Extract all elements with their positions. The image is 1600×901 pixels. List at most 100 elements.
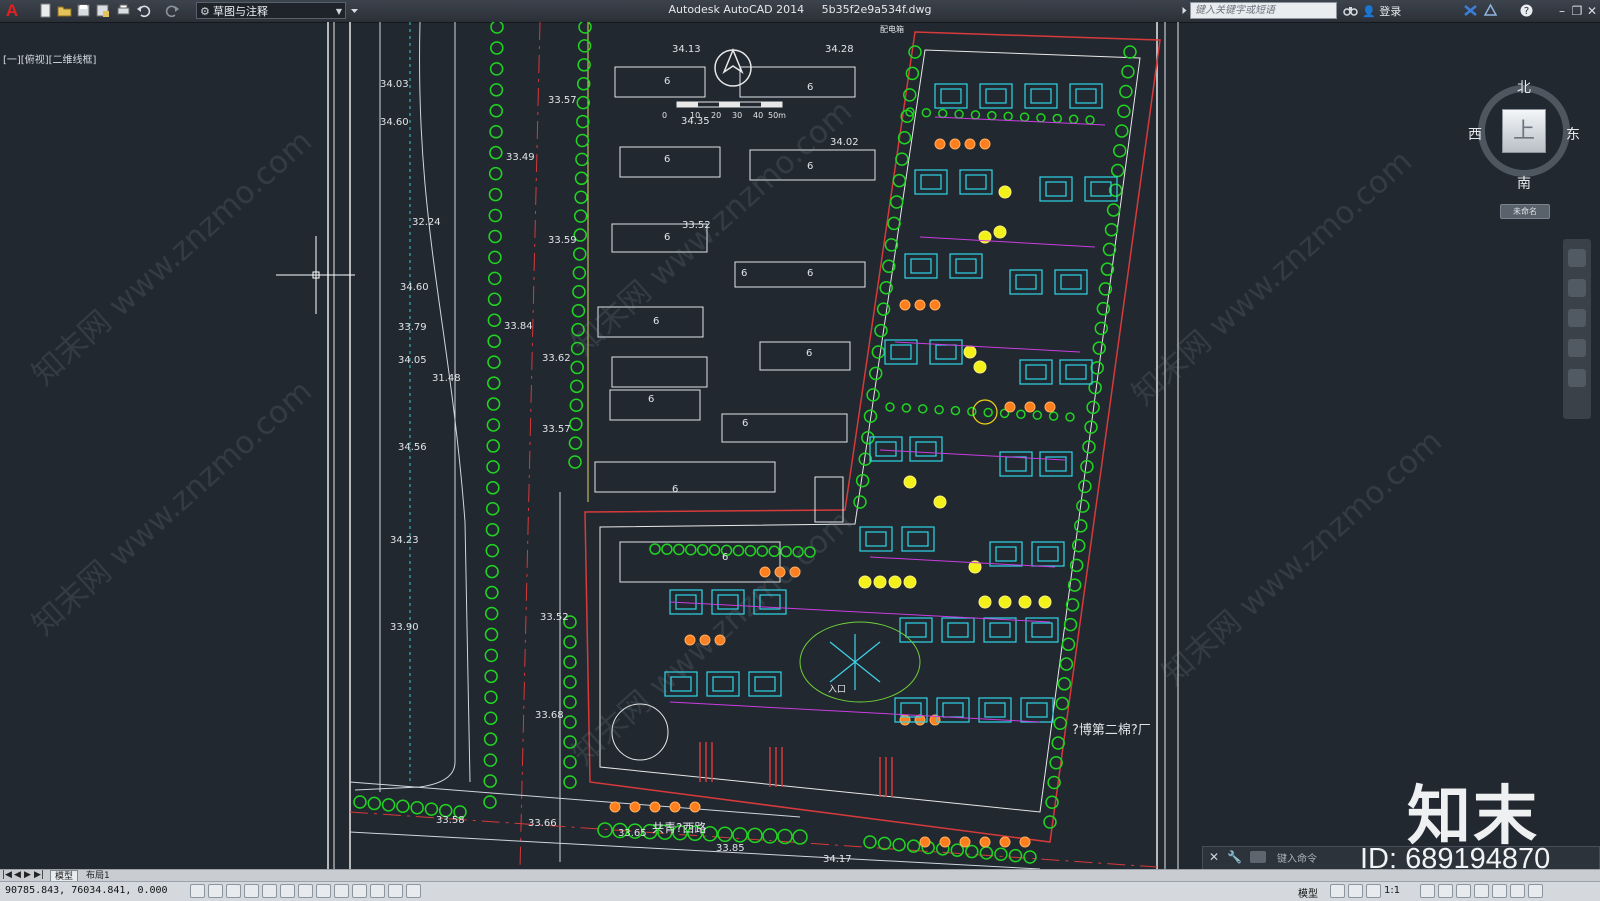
villa-building: [1045, 181, 1067, 197]
autodesk-360-icon[interactable]: [1483, 3, 1498, 18]
compass-south[interactable]: 南: [1517, 173, 1531, 193]
expand-search-icon[interactable]: [1177, 3, 1187, 18]
save-as-icon[interactable]: [95, 3, 110, 18]
quick-properties-icon[interactable]: [406, 884, 421, 898]
orbit-icon[interactable]: [1568, 339, 1586, 357]
prev-tab-icon[interactable]: ◀: [14, 870, 21, 880]
redo-icon[interactable]: [165, 3, 180, 18]
isolate-objects-icon[interactable]: [1510, 884, 1525, 898]
autocad-logo-icon[interactable]: A: [2, 1, 22, 21]
annotation-scale[interactable]: 1:1: [1384, 885, 1400, 896]
villa-building: [1015, 274, 1037, 290]
tree-symbol: [897, 130, 912, 145]
tree-symbol: [563, 695, 577, 709]
villa-building: [929, 339, 963, 365]
user-icon: 👤: [1362, 5, 1376, 18]
annotation-visibility-icon[interactable]: [1420, 884, 1435, 898]
substation-label: 配电箱: [880, 24, 904, 34]
quick-view-layouts-icon[interactable]: [1348, 884, 1363, 898]
help-search-input[interactable]: [1190, 2, 1337, 19]
3d-object-snap-icon[interactable]: [298, 884, 313, 898]
storey-label: 6: [653, 316, 659, 327]
transparency-icon[interactable]: [388, 884, 403, 898]
last-tab-icon[interactable]: ▶|: [34, 870, 44, 880]
login-button[interactable]: 👤 登录: [1362, 3, 1401, 19]
new-file-icon[interactable]: [38, 3, 53, 18]
tree-symbol: [979, 846, 994, 860]
status-bar: 90785.843, 76034.841, 0.000 模型 1:1: [0, 881, 1600, 901]
undo-icon[interactable]: [136, 3, 151, 18]
viewport-controls-label[interactable]: [一][俯视][二维线框]: [3, 51, 96, 66]
zoom-icon[interactable]: [1568, 309, 1586, 327]
dynamic-ucs-icon[interactable]: [334, 884, 349, 898]
print-icon[interactable]: [116, 3, 131, 18]
model-space-label[interactable]: 模型: [1298, 885, 1318, 900]
clean-screen-icon[interactable]: [1528, 884, 1543, 898]
tree-symbol: [489, 145, 503, 160]
hardware-acceleration-icon[interactable]: [1492, 884, 1507, 898]
viewcube[interactable]: 上 北 南 东 西: [1468, 77, 1580, 207]
snap-mode-icon[interactable]: [208, 884, 223, 898]
tree-symbol: [863, 835, 877, 849]
tree-symbol: [563, 635, 577, 649]
object-snap-tracking-icon[interactable]: [316, 884, 331, 898]
scale-bar-label: 40: [753, 111, 763, 120]
workspace-switching-icon[interactable]: [1456, 884, 1471, 898]
tree-symbol: [484, 606, 499, 621]
ornamental-tree-symbol: [979, 138, 991, 150]
compass-west[interactable]: 西: [1468, 124, 1482, 144]
tree-symbol: [1063, 617, 1078, 632]
open-file-icon[interactable]: [57, 3, 72, 18]
ornamental-tree-symbol: [858, 575, 872, 589]
tree-symbol: [1094, 321, 1109, 336]
help-icon[interactable]: ?: [1519, 3, 1534, 18]
lineweight-icon[interactable]: [370, 884, 385, 898]
tree-symbol: [576, 95, 591, 110]
infer-constraints-icon[interactable]: [190, 884, 205, 898]
layout-view-icon[interactable]: [1330, 884, 1345, 898]
customize-toolbar-icon[interactable]: [347, 3, 358, 18]
recent-commands-icon[interactable]: [1250, 851, 1266, 863]
tree-symbol: [563, 655, 577, 669]
ornamental-tree-symbol: [888, 575, 902, 589]
elevation-label: 33.84: [504, 321, 533, 332]
auto-scale-icon[interactable]: [1438, 884, 1453, 898]
pan-icon[interactable]: [1568, 279, 1586, 297]
coordinate-readout[interactable]: 90785.843, 76034.841, 0.000: [5, 885, 168, 896]
workspace-label: 草图与注释: [213, 5, 268, 18]
tree-symbol: [574, 190, 588, 204]
close-icon[interactable]: ✕: [1209, 850, 1219, 864]
tree-symbol: [1074, 519, 1088, 533]
drawing-canvas[interactable]: 34.13 34.28 33.57 33.49 34.35 34.02 32.24 33.52…: [0, 22, 1600, 869]
workspace-selector[interactable]: ⚙ 草图与注释 ▼: [196, 2, 346, 19]
storey-label: 6: [664, 232, 670, 243]
close-button[interactable]: ✕: [1582, 1, 1600, 21]
elevation-label: 33.57: [548, 95, 577, 106]
binoculars-icon[interactable]: [1343, 3, 1358, 18]
tree-symbol: [744, 545, 757, 557]
wcs-menu[interactable]: 未命名: [1500, 204, 1550, 219]
first-tab-icon[interactable]: |◀: [2, 870, 12, 880]
showmotion-icon[interactable]: [1568, 369, 1586, 387]
tree-symbol: [488, 208, 503, 223]
object-snap-icon[interactable]: [280, 884, 295, 898]
dynamic-input-icon[interactable]: [352, 884, 367, 898]
ornamental-tree-symbol: [684, 634, 696, 646]
exchange-icon[interactable]: [1463, 3, 1478, 18]
polar-tracking-icon[interactable]: [262, 884, 277, 898]
tree-symbol: [487, 271, 502, 286]
elevation-label: 33.65: [618, 828, 647, 839]
compass-east[interactable]: 东: [1566, 124, 1580, 144]
grid-display-icon[interactable]: [226, 884, 241, 898]
wrench-icon[interactable]: 🔧: [1227, 850, 1242, 864]
tree-symbol: [410, 800, 424, 815]
ortho-mode-icon[interactable]: [244, 884, 259, 898]
save-icon[interactable]: [76, 3, 91, 18]
viewcube-top-face[interactable]: 上: [1502, 109, 1546, 153]
quick-view-drawings-icon[interactable]: [1366, 884, 1381, 898]
tree-symbol: [895, 152, 909, 166]
toolbar-lock-icon[interactable]: [1474, 884, 1489, 898]
steering-wheel-icon[interactable]: [1568, 249, 1586, 267]
compass-north[interactable]: 北: [1517, 77, 1531, 97]
next-tab-icon[interactable]: ▶: [24, 870, 31, 880]
